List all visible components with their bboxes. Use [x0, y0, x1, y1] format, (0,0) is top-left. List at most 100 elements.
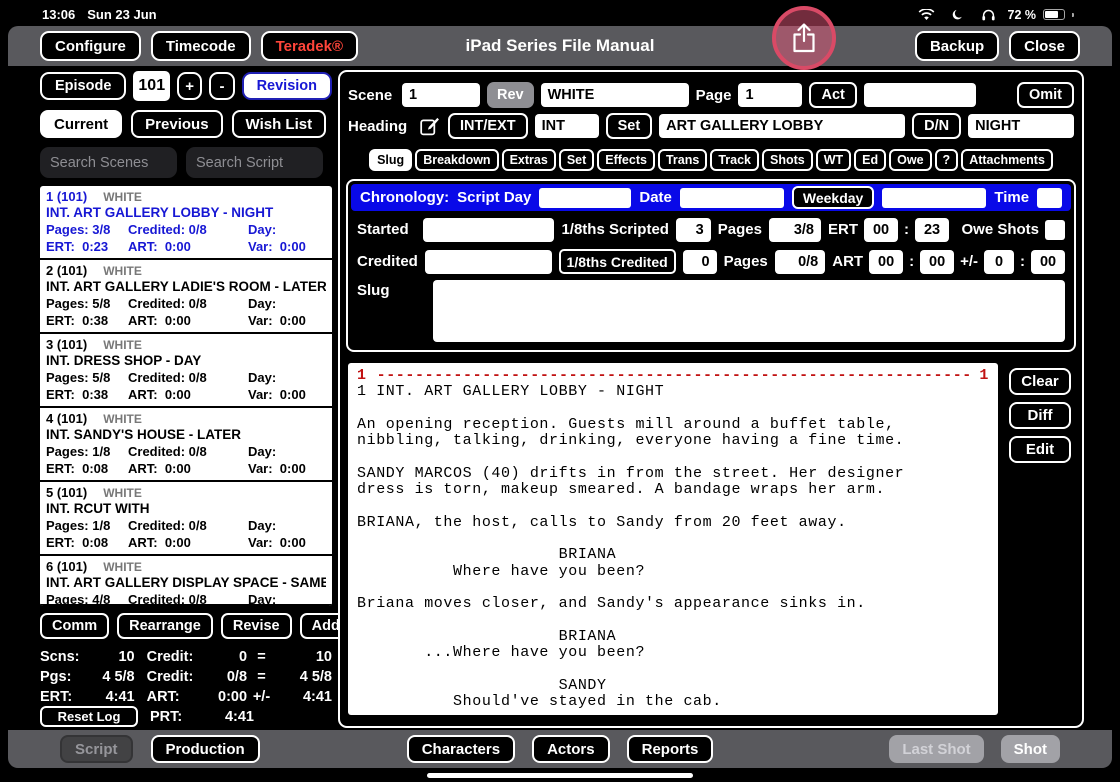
scene-number-field[interactable]: 1: [402, 83, 480, 107]
edit-button[interactable]: Edit: [1009, 436, 1071, 463]
diff-button[interactable]: Diff: [1009, 402, 1071, 429]
omit-button[interactable]: Omit: [1016, 82, 1074, 108]
day-night-button[interactable]: D/N: [912, 113, 962, 139]
tab-owe[interactable]: Owe: [889, 149, 932, 171]
search-scenes-input[interactable]: [40, 147, 177, 178]
rev-button[interactable]: Rev: [487, 82, 534, 108]
set-button[interactable]: Set: [605, 113, 653, 139]
search-script-input[interactable]: [186, 147, 323, 178]
production-button[interactable]: Production: [150, 735, 260, 763]
tab-effects[interactable]: Effects: [597, 149, 655, 171]
shot-button[interactable]: Shot: [1000, 735, 1060, 763]
clear-button[interactable]: Clear: [1009, 368, 1071, 395]
comm-button[interactable]: Comm: [40, 613, 110, 639]
last-shot-button[interactable]: Last Shot: [889, 735, 984, 763]
teradek-button[interactable]: Teradek®: [260, 31, 359, 61]
script-view-button[interactable]: Script: [60, 735, 133, 763]
plusminus-hours-field[interactable]: 0: [984, 249, 1015, 274]
rule-dashes: ----------------------------------------…: [376, 368, 970, 384]
tab-breakdown[interactable]: Breakdown: [415, 149, 499, 171]
script-line: dress is torn, makeup smeared. A bandage…: [357, 481, 886, 499]
reports-button[interactable]: Reports: [626, 735, 714, 763]
page-number-field[interactable]: 1: [738, 83, 803, 107]
scene-list-item[interactable]: 6 (101) WHITE INT. ART GALLERY DISPLAY SPA…: [40, 556, 332, 606]
tab-set[interactable]: Set: [558, 149, 595, 171]
scene-color-label: WHITE: [103, 412, 142, 426]
tab-previous[interactable]: Previous: [131, 110, 223, 138]
act-button[interactable]: Act: [809, 82, 857, 108]
script-line: Where have you been?: [357, 562, 646, 580]
revision-button[interactable]: Revision: [241, 72, 332, 100]
day-night-field[interactable]: NIGHT: [968, 114, 1074, 138]
backup-button[interactable]: Backup: [914, 31, 1000, 61]
episode-decrement-button[interactable]: -: [209, 72, 235, 100]
share-highlight-circle: [772, 6, 836, 70]
timecode-button[interactable]: Timecode: [150, 31, 251, 61]
pages-credited-field[interactable]: 0/8: [774, 249, 826, 274]
plusminus-minutes-field[interactable]: 00: [1031, 249, 1066, 274]
eighths-credited-button[interactable]: 1/8ths Credited: [558, 249, 676, 274]
ert-hours-field[interactable]: 00: [864, 217, 899, 242]
date-field[interactable]: [679, 187, 784, 208]
tab-ed[interactable]: Ed: [854, 149, 887, 171]
scene-list-item[interactable]: 4 (101) WHITE INT. SANDY'S HOUSE - LATER Pa…: [40, 408, 332, 482]
pages-scripted-field[interactable]: 3/8: [768, 217, 822, 242]
script-color-field[interactable]: WHITE: [540, 83, 689, 107]
scene-pages-row: Pages: 1/8 Credited: 0/8 Day:: [46, 518, 277, 533]
tab-attachments[interactable]: Attachments: [961, 149, 1053, 171]
episode-number-field[interactable]: 101: [133, 71, 171, 101]
script-text-panel[interactable]: 1 --------------------------------------…: [348, 363, 998, 715]
act-value-field[interactable]: [863, 83, 976, 107]
started-label: Started: [357, 221, 409, 238]
revise-button[interactable]: Revise: [220, 613, 292, 639]
date-label: Date: [639, 189, 672, 206]
eighths-scripted-field[interactable]: 3: [675, 217, 711, 242]
started-field[interactable]: [422, 217, 555, 242]
close-button[interactable]: Close: [1009, 31, 1080, 61]
slug-textarea[interactable]: [433, 280, 1065, 342]
episode-button[interactable]: Episode: [40, 72, 127, 100]
time-field[interactable]: [1037, 187, 1062, 208]
art-minutes-field[interactable]: 00: [920, 249, 955, 274]
set-field[interactable]: ART GALLERY LOBBY: [659, 114, 906, 138]
owe-shots-checkbox[interactable]: [1045, 219, 1065, 240]
weekday-field[interactable]: [882, 187, 987, 208]
share-button[interactable]: [791, 22, 817, 54]
configure-button[interactable]: Configure: [40, 31, 141, 61]
scene-label: Scene: [348, 86, 393, 104]
int-ext-field[interactable]: INT: [534, 114, 599, 138]
script-line: Briana moves closer, and Sandy's appeara…: [357, 595, 866, 613]
weekday-button[interactable]: Weekday: [791, 186, 875, 209]
home-indicator[interactable]: [427, 773, 693, 778]
tab-current[interactable]: Current: [40, 110, 123, 138]
tab-track[interactable]: Track: [710, 149, 759, 171]
tab-wish-list[interactable]: Wish List: [231, 110, 327, 138]
tab-trans[interactable]: Trans: [657, 149, 708, 171]
characters-button[interactable]: Characters: [406, 735, 516, 763]
rearrange-button[interactable]: Rearrange: [117, 613, 213, 639]
tab-idx11[interactable]: ?: [934, 149, 959, 171]
scene-list-item[interactable]: 1 (101) WHITE INT. ART GALLERY LOBBY - NIG…: [40, 186, 332, 260]
tab-wt[interactable]: WT: [815, 149, 852, 171]
scene-list-item[interactable]: 3 (101) WHITE INT. DRESS SHOP - DAY Pages: …: [40, 334, 332, 408]
credited-field[interactable]: [424, 249, 552, 274]
int-ext-button[interactable]: INT/EXT: [448, 113, 528, 139]
scene-list-item[interactable]: 5 (101) WHITE INT. RCUT WITH Pages: 1/8 Cred…: [40, 482, 332, 556]
tab-extras[interactable]: Extras: [501, 149, 556, 171]
eighths-credited-field[interactable]: 0: [682, 249, 717, 274]
tab-shots[interactable]: Shots: [761, 149, 813, 171]
credit-count-value: 0: [238, 648, 248, 665]
compose-pencil-icon[interactable]: [417, 116, 441, 137]
tab-slug[interactable]: Slug: [369, 149, 413, 171]
episode-increment-button[interactable]: +: [177, 72, 203, 100]
art-hours-field[interactable]: 00: [869, 249, 904, 274]
credit-pgs-label: Credit:: [146, 668, 194, 685]
ert-minutes-field[interactable]: 23: [915, 217, 950, 242]
actors-button[interactable]: Actors: [532, 735, 610, 763]
credit-count-label: Credit:: [146, 648, 194, 665]
reset-log-button[interactable]: Reset Log: [40, 706, 138, 727]
scene-number: 1 (101): [46, 189, 88, 204]
scene-list-item[interactable]: 2 (101) WHITE INT. ART GALLERY LADIE'S ROO…: [40, 260, 332, 334]
script-line: nibbling, talking, drinking, everyone ha…: [357, 432, 905, 450]
script-day-field[interactable]: [539, 187, 632, 208]
